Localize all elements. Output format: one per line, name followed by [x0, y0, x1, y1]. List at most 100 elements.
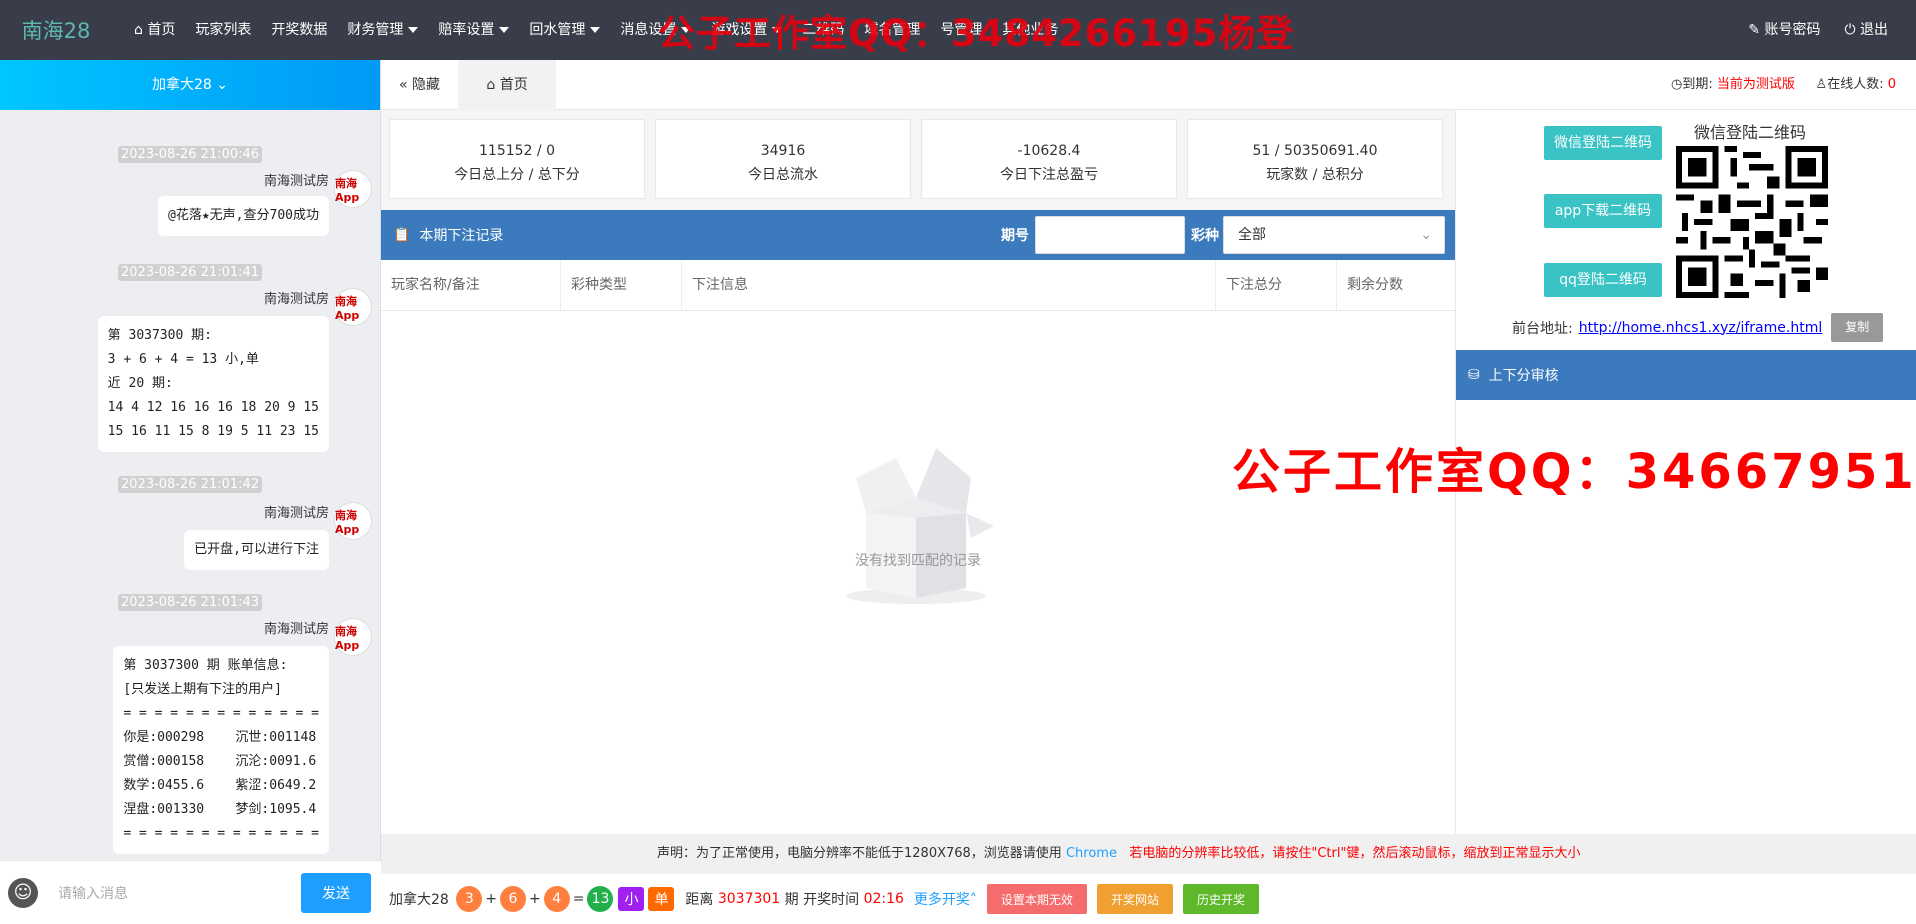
- message-sender: 南海测试房: [263, 174, 329, 189]
- chevron-down-icon: [590, 27, 601, 33]
- nav-draw-data[interactable]: 开奖数据: [261, 0, 337, 60]
- watermark-top: 公子工作室QQ：3484266195杨登: [658, 12, 1295, 55]
- app-download-qr-button[interactable]: app下载二维码: [1544, 194, 1662, 228]
- clipboard-icon: 📋: [393, 227, 411, 243]
- qr-title: 微信登陆二维码: [1694, 123, 1807, 142]
- avatar: 南海App: [334, 618, 372, 656]
- home-icon: ⌂: [134, 22, 143, 38]
- stat-card: 51 / 50350691.40 玩家数 / 总积分: [1187, 119, 1443, 199]
- history-draws-button[interactable]: 历史开奖: [1182, 884, 1259, 914]
- expire-online-info: ◷到期: 当前为测试版 ♙在线人数: 0: [1670, 77, 1896, 92]
- expire-value: 当前为测试版: [1716, 77, 1795, 92]
- chevron-down-icon: [408, 27, 419, 33]
- frontend-address: 前台地址: http://home.nhcs1.xyz/iframe.html …: [1512, 313, 1884, 342]
- database-icon: ⛁: [1468, 367, 1480, 383]
- nav-rebate[interactable]: 回水管理: [519, 0, 610, 60]
- chat-room-selector[interactable]: 加拿大28 ⌄: [0, 60, 380, 110]
- qr-code-image: [1676, 146, 1828, 298]
- chevron-down-icon: ⌄: [1420, 227, 1432, 243]
- stat-label: 玩家数 / 总积分: [1266, 167, 1364, 183]
- bet-records-header: 📋 本期下注记录 期号 彩种 全部 ⌄: [381, 210, 1455, 260]
- hide-sidebar-button[interactable]: « 隐藏: [381, 60, 458, 110]
- col-remaining[interactable]: 剩余分数: [1337, 260, 1455, 311]
- send-button[interactable]: 发送: [301, 872, 371, 913]
- message-time: 2023-08-26 21:01:42: [118, 476, 263, 493]
- online-count: 0: [1887, 77, 1896, 92]
- nav-players[interactable]: 玩家列表: [185, 0, 261, 60]
- period-label: 期号: [1001, 228, 1029, 244]
- avatar: 南海App: [334, 170, 372, 208]
- result-ball: 4: [543, 886, 570, 912]
- chat-messages[interactable]: 2023-08-26 21:00:46 南海App 南海测试房 @花落★无声,查…: [0, 110, 381, 860]
- col-bet-total[interactable]: 下注总分: [1216, 259, 1337, 311]
- tab-home[interactable]: ⌂ 首页: [458, 59, 557, 110]
- message-sender: 南海测试房: [263, 622, 329, 637]
- result-parity: 单: [648, 887, 675, 911]
- logout-link[interactable]: ⏻ 退出: [1832, 0, 1900, 60]
- stat-label: 今日总流水: [748, 167, 818, 183]
- stat-card: 115152 / 0 今日总上分 / 总下分: [389, 119, 645, 199]
- set-invalid-button[interactable]: 设置本期无效: [986, 884, 1087, 914]
- double-chevron-left-icon: «: [399, 76, 408, 93]
- edit-icon: ✎: [1748, 22, 1761, 38]
- copy-button[interactable]: 复制: [1831, 313, 1884, 342]
- watermark-middle: 公子工作室QQ：3466795141: [1232, 444, 1916, 500]
- stat-value: 34916: [760, 143, 806, 159]
- frontend-url-link[interactable]: http://home.nhcs1.xyz/iframe.html: [1579, 320, 1823, 336]
- countdown: 02:16: [863, 891, 904, 907]
- nav-odds[interactable]: 赔率设置: [428, 0, 519, 60]
- message-bubble: 第 3037300 期: 3 + 6 + 4 = 13 小,单 近 20 期: …: [97, 316, 329, 452]
- clock-icon: ◷: [1670, 77, 1683, 92]
- message-sender: 南海测试房: [263, 292, 329, 307]
- stat-label: 今日总上分 / 总下分: [454, 167, 580, 183]
- stat-value: 51 / 50350691.40: [1252, 143, 1378, 159]
- result-ball: 3: [456, 886, 483, 912]
- message-bubble: 已开盘,可以进行下注: [184, 530, 329, 570]
- chat-panel: 加拿大28 ⌄ 2023-08-26 21:00:46 南海App 南海测试房 …: [0, 60, 381, 924]
- stats-row: 115152 / 0 今日总上分 / 总下分 34916 今日总流水 -10628.…: [389, 119, 1443, 199]
- col-lottery-type[interactable]: 彩种类型: [561, 259, 682, 311]
- stat-value: -10628.4: [1017, 143, 1081, 159]
- resolution-notice: 声明：为了正常使用，电脑分辨率不能低于1280X768，浏览器请使用 Chrom…: [381, 834, 1916, 874]
- col-player[interactable]: 玩家名称/备注: [381, 259, 561, 311]
- brand-logo[interactable]: 南海28: [0, 15, 112, 45]
- stat-value: 115152 / 0: [479, 143, 555, 159]
- stat-card: 34916 今日总流水: [655, 119, 911, 199]
- stat-card: -10628.4 今日下注总盈亏: [921, 119, 1177, 199]
- more-draws-link[interactable]: 更多开奖˄: [914, 889, 977, 909]
- qq-qr-button[interactable]: qq登陆二维码: [1544, 263, 1662, 297]
- empty-state-text: 没有找到匹配的记录: [855, 553, 981, 569]
- period-input[interactable]: [1035, 216, 1185, 254]
- lottery-select[interactable]: 全部 ⌄: [1223, 216, 1445, 254]
- avatar: 南海App: [334, 288, 372, 326]
- home-icon: ⌂: [486, 76, 496, 93]
- draw-site-button[interactable]: 开奖网站: [1096, 884, 1173, 914]
- top-right-menu: ✎ 账号密码 ⏻ 退出: [1736, 0, 1900, 60]
- message-bubble: @花落★无声,查分700成功: [158, 196, 329, 236]
- result-sum: 13: [587, 886, 614, 912]
- nav-home[interactable]: ⌂ 首页: [124, 0, 185, 60]
- next-period: 3037301: [717, 891, 781, 907]
- result-ball: 6: [500, 886, 527, 912]
- message-bubble: 第 3037300 期 账单信息: [只发送上期有下注的用户] = = = = …: [113, 646, 329, 854]
- zoom-warning: 若电脑的分辨率比较低，请按住"Ctrl"键，然后滚动鼠标，缩放到正常显示大小: [1129, 846, 1581, 861]
- chat-message-input[interactable]: 请输入消息: [58, 883, 301, 903]
- emoji-icon[interactable]: ☺: [8, 877, 38, 908]
- chevron-down-icon: ⌄: [216, 77, 228, 93]
- lottery-label: 彩种: [1191, 228, 1219, 244]
- browser-name: Chrome: [1065, 846, 1117, 861]
- col-bet-info[interactable]: 下注信息: [682, 259, 1216, 311]
- result-size: 小: [618, 887, 645, 911]
- chevron-down-icon: [499, 27, 510, 33]
- game-name: 加拿大28: [389, 892, 449, 908]
- wechat-qr-button[interactable]: 微信登陆二维码: [1544, 126, 1662, 160]
- chat-input-bar: ☺ 请输入消息 发送: [0, 860, 381, 924]
- audit-header[interactable]: ⛁ 上下分审核: [1456, 350, 1916, 400]
- account-password-link[interactable]: ✎ 账号密码: [1736, 0, 1832, 60]
- message-time: 2023-08-26 21:01:41: [118, 264, 263, 281]
- message-sender: 南海测试房: [263, 506, 329, 521]
- tab-bar: « 隐藏 ⌂ 首页 ◷到期: 当前为测试版 ♙在线人数: 0: [381, 59, 1916, 110]
- empty-box-icon: [846, 448, 994, 604]
- nav-finance[interactable]: 财务管理: [337, 0, 428, 60]
- message-time: 2023-08-26 21:01:43: [118, 594, 263, 611]
